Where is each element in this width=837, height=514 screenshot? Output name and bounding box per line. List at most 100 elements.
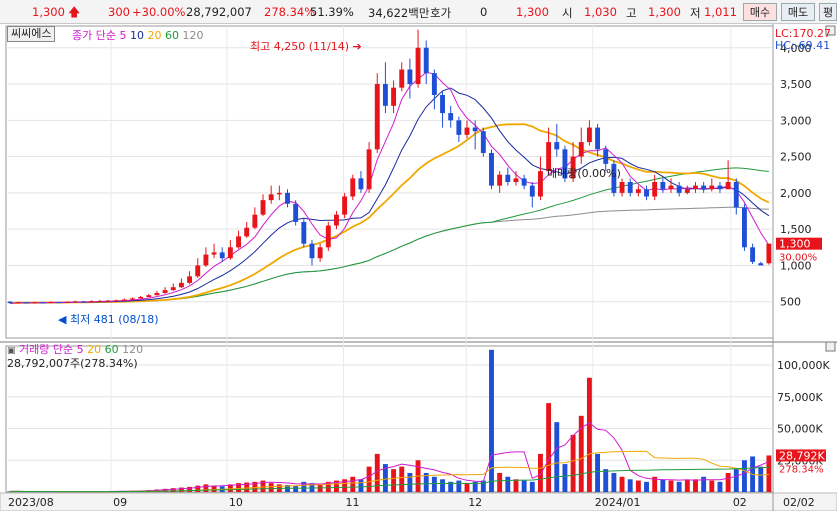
volume-bar — [269, 483, 274, 492]
volume-bar — [701, 477, 706, 492]
candle-body — [285, 193, 290, 204]
candle-body — [440, 95, 445, 113]
candle-body — [391, 88, 396, 106]
candle-body — [448, 113, 453, 120]
candle-body — [318, 247, 323, 258]
volume-bar — [195, 486, 200, 492]
candle-body — [530, 186, 535, 197]
volume-bar — [620, 477, 625, 492]
volume-bar — [440, 479, 445, 492]
candle-body — [497, 175, 502, 186]
date-tick-label: 2023/08 — [8, 496, 54, 509]
volume-ratio: 278.34% — [264, 5, 315, 19]
extra-button[interactable]: 평 — [819, 3, 837, 21]
volume-bar — [726, 473, 731, 492]
volume-bar — [571, 435, 576, 492]
symbol-box[interactable]: 씨씨에스 — [7, 26, 55, 42]
price-tick-label: 2,500 — [780, 151, 812, 164]
volume-bar — [350, 477, 355, 492]
open-label: 시 — [562, 5, 573, 21]
volume-bar — [718, 482, 723, 492]
candle-body — [65, 302, 70, 303]
candle-body — [375, 84, 380, 149]
volume-bar — [603, 469, 608, 492]
candle-body — [481, 131, 486, 153]
candle-body — [367, 149, 372, 189]
high-label: 고 — [626, 5, 637, 21]
open-value: 1,030 — [584, 5, 617, 19]
candle-body — [726, 182, 731, 189]
candle-body — [57, 302, 62, 303]
buy-button[interactable]: 매수 — [743, 3, 777, 21]
candle-body — [758, 263, 763, 265]
price-tick-label: 1,500 — [780, 223, 812, 236]
high-value: 1,300 — [648, 5, 681, 19]
candle-body — [16, 302, 21, 303]
volume-tick-label: 50,000K — [777, 423, 823, 436]
volume-bar — [358, 479, 363, 492]
candle-body — [465, 128, 470, 135]
volume-bar — [530, 482, 535, 492]
candle-body — [261, 200, 266, 215]
candle-body — [138, 297, 143, 298]
current-price: 1,300 — [32, 5, 65, 19]
candle-body — [603, 149, 608, 164]
quote-bar: 1,300 🡅 300 +30.00% 28,792,007 278.34% 5… — [0, 0, 837, 24]
candle-body — [734, 182, 739, 207]
candle-body — [81, 301, 86, 302]
ma5-label: 5 — [120, 29, 127, 42]
volume-bar — [203, 484, 208, 492]
sell-button[interactable]: 매도 — [781, 3, 815, 21]
date-tick-label: 10 — [229, 496, 243, 509]
candle-body — [252, 215, 257, 228]
candle-body — [89, 301, 94, 302]
candle-body — [399, 70, 404, 88]
candle-body — [416, 48, 421, 84]
candle-body — [456, 120, 461, 135]
candle-body — [669, 186, 674, 190]
price-legend-ma: 단순 — [96, 29, 116, 42]
volume-pct-tag-text: 278.34% — [779, 464, 824, 475]
volume-bar — [481, 481, 486, 492]
volume-bar — [514, 479, 519, 492]
price-legend-label: 종가 — [72, 29, 92, 42]
volume-bar — [766, 455, 771, 492]
volume-bar — [293, 486, 298, 492]
turnover-pct: 51.39% — [310, 5, 354, 19]
candle-body — [473, 128, 478, 132]
candle-body — [195, 265, 200, 276]
volume-bar — [758, 467, 763, 492]
candle-body — [644, 189, 649, 196]
candle-body — [652, 182, 657, 197]
candle-body — [407, 70, 412, 85]
volume-bar — [660, 479, 665, 492]
candle-body — [709, 186, 714, 190]
candle-body — [187, 276, 192, 283]
volume-bar — [677, 482, 682, 492]
candle-body — [636, 189, 641, 193]
volume-bar — [554, 422, 559, 492]
low-annotation-text: 최저 481 (08/18) — [70, 313, 159, 326]
high-annotation: 최고 4,250 (11/14) ➔ — [250, 38, 362, 54]
candle-body — [677, 186, 682, 193]
volume-bar — [407, 473, 412, 492]
volume-bar — [538, 454, 543, 492]
volume-bar — [669, 481, 674, 492]
volume-bar — [497, 473, 502, 492]
ma20-label: 20 — [148, 29, 162, 42]
price-tick-label: 2,000 — [780, 187, 812, 200]
price-tick-label: 3,500 — [780, 78, 812, 91]
volume-bar — [505, 477, 510, 492]
candle-body — [40, 302, 45, 303]
candle-body — [514, 178, 519, 182]
volume-value: 28,792,007 — [186, 5, 252, 19]
candle-body — [432, 73, 437, 95]
candle-body — [155, 293, 160, 295]
date-tick-label: 12 — [468, 496, 482, 509]
volume-bar — [742, 460, 747, 492]
volume-bar — [367, 467, 372, 492]
date-tick-label: 2024/01 — [595, 496, 641, 509]
candle-body — [236, 236, 241, 247]
candle-body — [750, 247, 755, 262]
price-change-pct: +30.00% — [132, 5, 186, 19]
